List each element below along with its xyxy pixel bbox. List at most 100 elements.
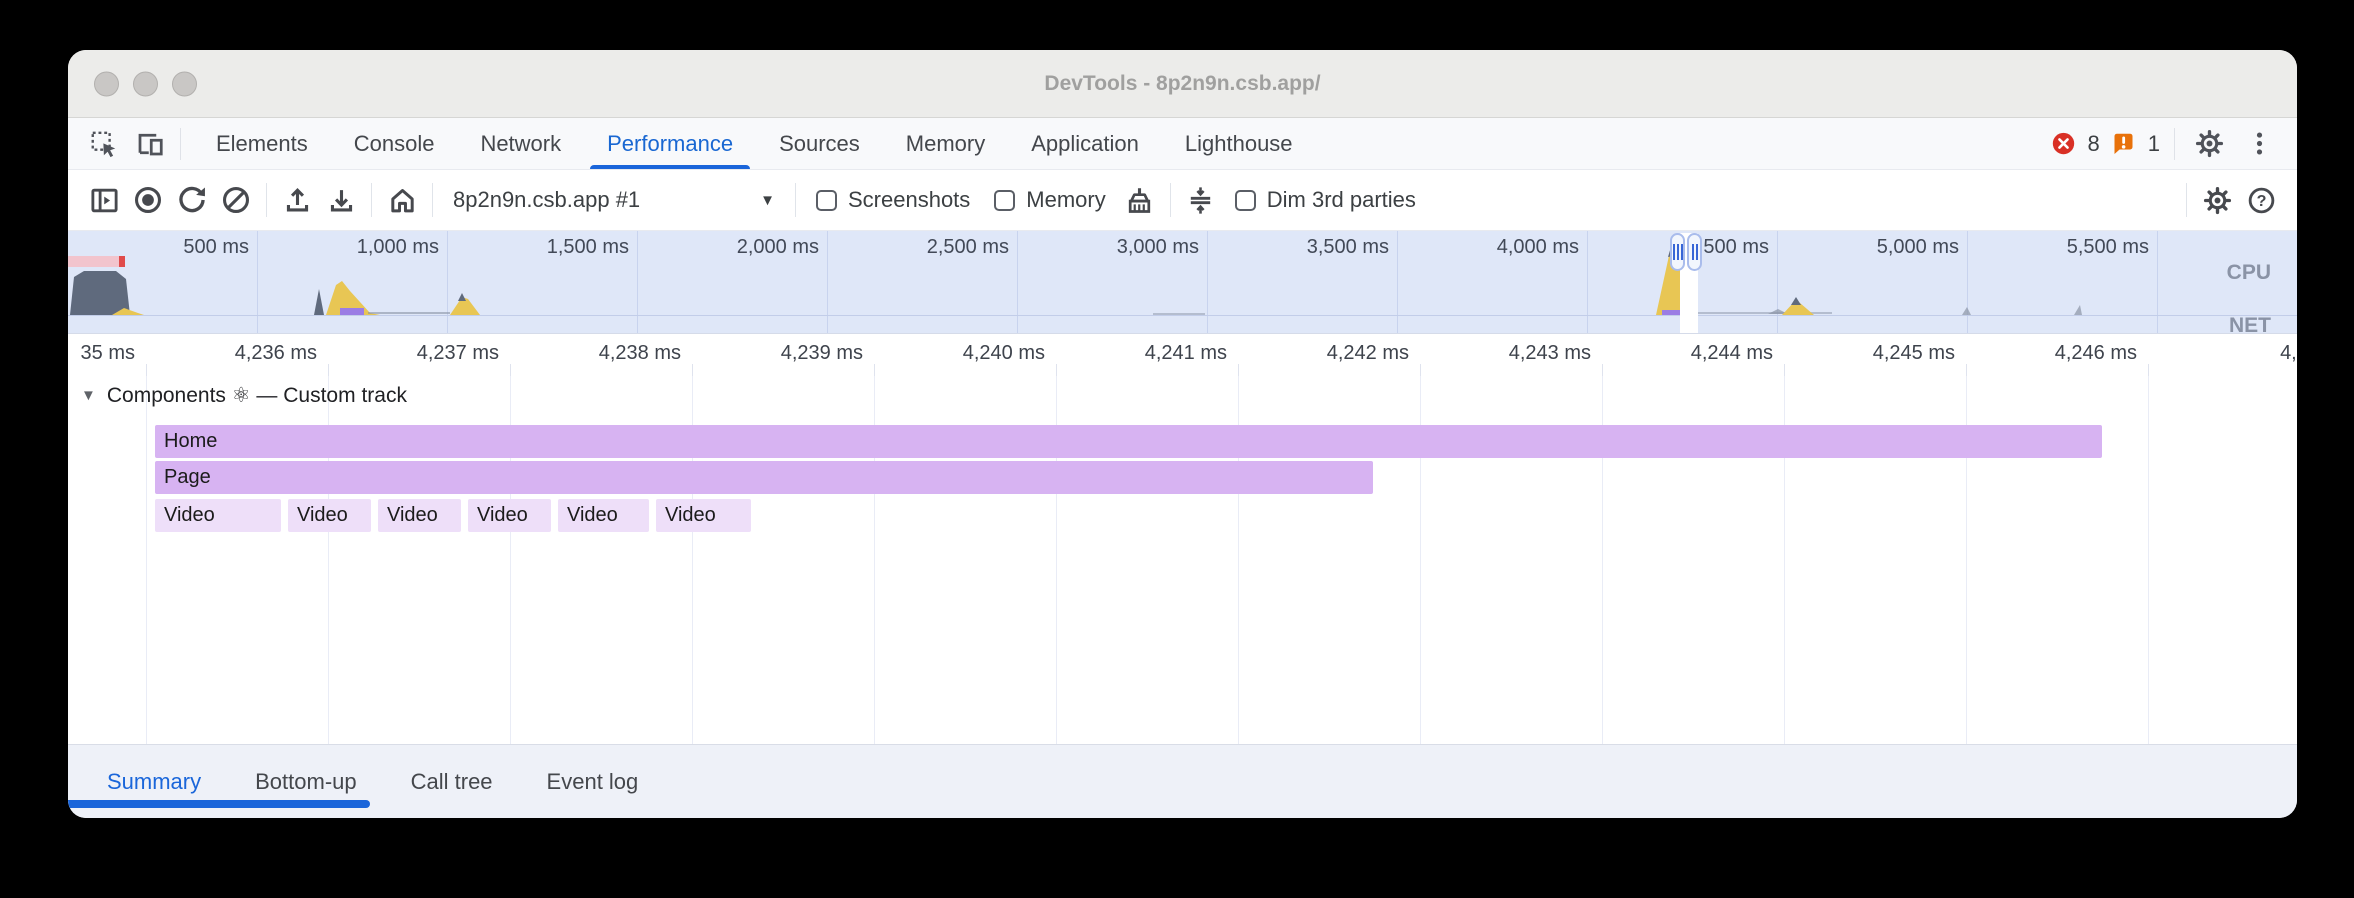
grip-line: [1673, 244, 1675, 260]
track-area: ▼ Components ⚛ — Custom track HomePage Vi…: [68, 376, 2297, 744]
track-bar-page[interactable]: Page: [155, 461, 1373, 494]
device-toolbar-icon[interactable]: [130, 124, 170, 164]
ruler-tick-line: [1420, 364, 1421, 376]
selection-right-handle[interactable]: [1687, 233, 1702, 271]
dim-3rd-parties-option: Dim 3rd parties: [1235, 187, 1416, 213]
toggle-sidebar-icon[interactable]: [82, 178, 126, 222]
capture-settings-gear-icon[interactable]: [2195, 178, 2239, 222]
tab-sources[interactable]: Sources: [756, 118, 883, 169]
custom-track-header[interactable]: ▼ Components ⚛ — Custom track: [81, 383, 407, 408]
tab-console[interactable]: Console: [331, 118, 458, 169]
separator: [2174, 128, 2175, 160]
grip-line: [1696, 244, 1698, 260]
track-bar-video[interactable]: Video: [558, 499, 649, 532]
ruler-tick-label: 4,244 ms: [1691, 342, 1784, 365]
traffic-lights: [94, 71, 197, 96]
tab-memory[interactable]: Memory: [883, 118, 1008, 169]
devtools-tabbar: ElementsConsoleNetworkPerformanceSources…: [68, 118, 2297, 170]
ruler-tick-line: [1238, 364, 1239, 376]
history-dropdown[interactable]: 8p2n9n.csb.app #1 ▼: [441, 178, 787, 222]
ruler-tick-line: [1602, 364, 1603, 376]
track-gridline: [146, 376, 147, 744]
track-bar-video[interactable]: Video: [288, 499, 371, 532]
collapse-tracks-icon[interactable]: [1179, 178, 1223, 222]
ruler-tick-label: 4,237 ms: [417, 342, 510, 365]
ruler-tick-line: [510, 364, 511, 376]
selection-left-handle[interactable]: [1670, 233, 1685, 271]
settings-gear-icon[interactable]: [2189, 124, 2229, 164]
overview-tick-label: 1,000 ms: [357, 236, 447, 259]
close-window-button[interactable]: [94, 71, 119, 96]
track-bar-video[interactable]: Video: [656, 499, 751, 532]
screenshots-checkbox[interactable]: [816, 190, 837, 211]
dim-3rd-parties-checkbox[interactable]: [1235, 190, 1256, 211]
custom-track-title: Components ⚛ — Custom track: [107, 383, 407, 408]
chevron-down-icon: ▼: [760, 192, 775, 209]
memory-checkbox[interactable]: [994, 190, 1015, 211]
warning-count-icon[interactable]: [2110, 130, 2138, 158]
help-icon[interactable]: ?: [2239, 178, 2283, 222]
ruler-tick-label: 4,239 ms: [781, 342, 874, 365]
timeline-ruler[interactable]: 35 ms4,236 ms4,237 ms4,238 ms4,239 ms4,2…: [68, 334, 2297, 376]
minimize-window-button[interactable]: [133, 71, 158, 96]
ruler-tick-label: 4,24: [2280, 342, 2297, 365]
home-icon[interactable]: [380, 178, 424, 222]
tab-performance[interactable]: Performance: [584, 118, 756, 169]
error-count-icon[interactable]: [2050, 130, 2078, 158]
track-bar-video[interactable]: Video: [378, 499, 461, 532]
tabbar-left-tools: [68, 118, 193, 169]
clear-button[interactable]: [214, 178, 258, 222]
garbage-collect-icon[interactable]: [1118, 178, 1162, 222]
overview-tick-label: 3,500 ms: [1307, 236, 1397, 259]
separator: [432, 183, 433, 217]
tab-lighthouse[interactable]: Lighthouse: [1162, 118, 1316, 169]
track-bar-video[interactable]: Video: [468, 499, 551, 532]
ruler-tick-line: [328, 364, 329, 376]
tab-elements[interactable]: Elements: [193, 118, 331, 169]
grip-line: [1677, 244, 1679, 260]
zoom-window-button[interactable]: [172, 71, 197, 96]
inspect-element-icon[interactable]: [84, 124, 124, 164]
kebab-menu-icon[interactable]: [2239, 124, 2279, 164]
bottom-tab-call-tree[interactable]: Call tree: [384, 745, 520, 818]
ruler-tick-line: [1966, 364, 1967, 376]
reload-record-button[interactable]: [170, 178, 214, 222]
warning-count[interactable]: 1: [2148, 131, 2160, 157]
toolbar-right: ?: [2178, 178, 2283, 222]
dim-3rd-parties-label: Dim 3rd parties: [1267, 187, 1416, 213]
download-profile-icon[interactable]: [319, 178, 363, 222]
separator: [180, 128, 181, 160]
grip-line: [1692, 244, 1694, 260]
tab-network[interactable]: Network: [457, 118, 584, 169]
track-gridline: [2148, 376, 2149, 744]
separator: [1170, 183, 1171, 217]
main-tabs: ElementsConsoleNetworkPerformanceSources…: [193, 118, 1316, 169]
ruler-tick-line: [692, 364, 693, 376]
overview-tick-label: 500 ms: [183, 236, 257, 259]
upload-profile-icon[interactable]: [275, 178, 319, 222]
screen-background: DevTools - 8p2n9n.csb.app/: [0, 0, 2354, 898]
separator: [266, 183, 267, 217]
collapse-triangle-icon[interactable]: ▼: [81, 387, 96, 404]
screenshots-label: Screenshots: [848, 187, 970, 213]
ruler-tick-label: 4,243 ms: [1509, 342, 1602, 365]
cpu-track-label: CPU: [2227, 261, 2271, 285]
memory-label: Memory: [1026, 187, 1105, 213]
timeline-overview[interactable]: CPU NET 500 ms1,000 ms1,500 ms2,000 ms2,…: [68, 231, 2297, 334]
record-button[interactable]: [126, 178, 170, 222]
error-count[interactable]: 8: [2088, 131, 2100, 157]
bottom-tab-event-log[interactable]: Event log: [520, 745, 666, 818]
active-bottom-tab-underline: [68, 800, 370, 808]
ruler-tick-label: 4,238 ms: [599, 342, 692, 365]
history-dropdown-label: 8p2n9n.csb.app #1: [453, 187, 640, 213]
ruler-tick-label: 4,236 ms: [235, 342, 328, 365]
overview-tick-label: 1,500 ms: [547, 236, 637, 259]
performance-toolbar: 8p2n9n.csb.app #1 ▼ Screenshots Memory: [68, 170, 2297, 231]
separator: [2186, 183, 2187, 217]
tab-application[interactable]: Application: [1008, 118, 1162, 169]
track-bar-home[interactable]: Home: [155, 425, 2102, 458]
track-bar-video[interactable]: Video: [155, 499, 281, 532]
ruler-tick-line: [1056, 364, 1057, 376]
window-titlebar: DevTools - 8p2n9n.csb.app/: [68, 50, 2297, 118]
overview-tick-label: 3,000 ms: [1117, 236, 1207, 259]
